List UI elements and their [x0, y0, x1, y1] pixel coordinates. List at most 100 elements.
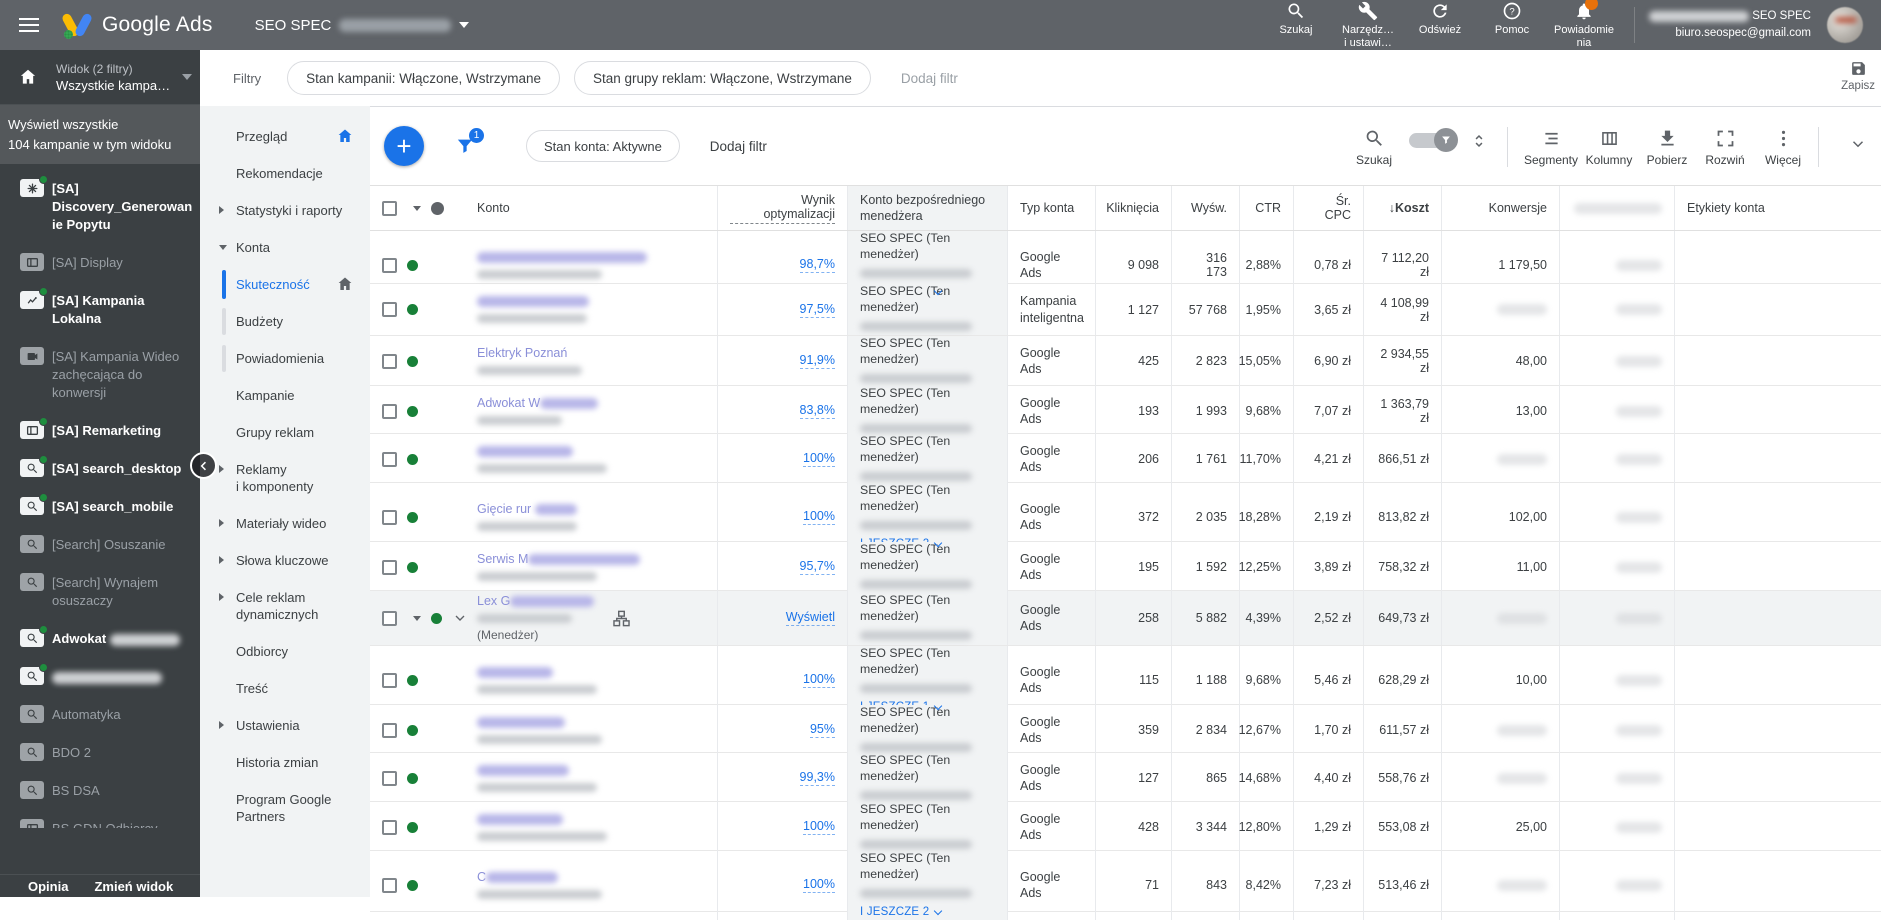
- column-header-Konto[interactable]: Konto: [465, 186, 718, 230]
- toolbar-button-expand[interactable]: Rozwiń: [1696, 125, 1754, 167]
- change-view-link[interactable]: Zmień widok: [94, 879, 173, 894]
- sidebar-campaign-item[interactable]: [SA] Kampania Lokalna: [0, 282, 200, 338]
- select-menu-caret-icon[interactable]: [413, 205, 421, 211]
- nav-item-słowa-kluczowe[interactable]: Słowa kluczowe: [200, 542, 370, 579]
- sidebar-campaign-item[interactable]: [SA] search_mobile: [0, 488, 200, 526]
- sidebar-campaign-item[interactable]: Automatyka: [0, 696, 200, 734]
- account-name-link[interactable]: Elektryk Poznań: [477, 346, 582, 360]
- column-header-Konwersje[interactable]: Konwersje: [1442, 186, 1560, 230]
- account-name-link[interactable]: [477, 812, 607, 826]
- nav-item-przegląd[interactable]: Przegląd: [200, 118, 370, 155]
- nav-item-treść[interactable]: Treść: [200, 670, 370, 707]
- optimization-score-link[interactable]: 100%: [803, 451, 835, 468]
- nav-item-reklamy-i-komponenty[interactable]: Reklamy i komponenty: [200, 451, 370, 505]
- topbar-action-search[interactable]: Szukaj: [1260, 1, 1332, 37]
- nav-item-historia-zmian[interactable]: Historia zmian: [200, 744, 370, 781]
- hamburger-menu-icon[interactable]: [12, 8, 46, 42]
- column-header-Kliknięcia[interactable]: Kliknięcia: [1096, 186, 1172, 230]
- sidebar-campaign-item[interactable]: [SA] Discovery_Generowanie Popytu: [0, 170, 200, 244]
- row-checkbox[interactable]: [382, 257, 397, 273]
- account-name-link[interactable]: C: [477, 870, 602, 884]
- feedback-link[interactable]: Opinia: [28, 879, 68, 894]
- view-selector[interactable]: Widok (2 filtry) Wszystkie kampa…: [0, 50, 200, 105]
- column-header-CTR[interactable]: CTR: [1240, 186, 1294, 230]
- topbar-action-wrench[interactable]: Narzędz… i ustawi…: [1332, 1, 1404, 49]
- account-name-link[interactable]: [477, 444, 607, 458]
- row-checkbox[interactable]: [382, 819, 397, 835]
- nav-item-program-google-partners[interactable]: Program Google Partners: [200, 781, 370, 835]
- search-button[interactable]: Szukaj: [1345, 125, 1403, 167]
- optimization-score-link[interactable]: 95%: [809, 722, 835, 739]
- optimization-score-link[interactable]: Wyświetl: [785, 610, 835, 626]
- filter-chip-1[interactable]: Stan grupy reklam: Włączone, Wstrzymane: [574, 61, 871, 95]
- view-toggle[interactable]: [1409, 128, 1458, 152]
- nav-item-budżety[interactable]: Budżety: [200, 303, 370, 340]
- row-checkbox[interactable]: [382, 672, 397, 688]
- nav-item-powiadomienia[interactable]: Powiadomienia: [200, 340, 370, 377]
- account-name-link[interactable]: Gięcie rur: [477, 502, 577, 516]
- optimization-score-link[interactable]: 100%: [803, 877, 835, 894]
- sidebar-campaign-item[interactable]: [SA] Display: [0, 244, 200, 282]
- add-filter-button[interactable]: Dodaj filtr: [901, 71, 958, 86]
- account-name-link[interactable]: Serwis M: [477, 552, 641, 566]
- account-name-link[interactable]: [477, 665, 597, 679]
- view-banner[interactable]: Wyświetl wszystkie 104 kampanie w tym wi…: [0, 105, 200, 164]
- account-name-link[interactable]: [477, 763, 597, 777]
- optimization-score-link[interactable]: 100%: [803, 819, 835, 836]
- optimization-score-link[interactable]: 97,5%: [799, 302, 835, 318]
- column-header-Konto bezpośredniego menedżera[interactable]: Konto bezpośredniego menedżera: [848, 186, 1008, 230]
- sidebar-campaign-item[interactable]: [0, 658, 200, 696]
- org-chart-icon[interactable]: [612, 609, 631, 628]
- optimization-score-link[interactable]: 100%: [803, 509, 835, 526]
- avatar[interactable]: [1827, 7, 1863, 43]
- nav-item-materiały-wideo[interactable]: Materiały wideo: [200, 505, 370, 542]
- optimization-score-link[interactable]: 99,3%: [799, 770, 835, 787]
- sidebar-campaign-item[interactable]: [SA] Kampania Wideo zachęcająca do konwe…: [0, 338, 200, 412]
- nav-item-odbiorcy[interactable]: Odbiorcy: [200, 633, 370, 670]
- row-checkbox[interactable]: [382, 403, 397, 419]
- account-name-link[interactable]: Adwokat W: [477, 396, 599, 410]
- account-name-link[interactable]: Lex G: [477, 594, 595, 608]
- nav-item-ustawienia[interactable]: Ustawienia: [200, 707, 370, 744]
- manager-more-link[interactable]: I JESZCZE 2: [860, 905, 995, 920]
- collapse-nav-button[interactable]: [190, 452, 217, 479]
- select-all-checkbox[interactable]: [382, 200, 397, 216]
- account-name-link[interactable]: [477, 250, 647, 264]
- optimization-score-link[interactable]: 95,7%: [799, 559, 835, 576]
- account-name-link[interactable]: [477, 715, 602, 729]
- column-header-Wynik optymalizacji[interactable]: Wynik optymalizacji: [718, 186, 848, 230]
- column-header-Wyśw.[interactable]: Wyśw.: [1172, 186, 1240, 230]
- row-checkbox[interactable]: [382, 770, 397, 786]
- column-header-Typ konta[interactable]: Typ konta: [1008, 186, 1096, 230]
- optimization-score-link[interactable]: 83,8%: [799, 403, 835, 420]
- nav-item-statystyki-i-raporty[interactable]: Statystyki i raporty: [200, 192, 370, 229]
- sidebar-campaign-item[interactable]: [Search] Osuszanie: [0, 526, 200, 564]
- sidebar-campaign-item[interactable]: [SA] search_desktop: [0, 450, 200, 488]
- nav-item-grupy-reklam[interactable]: Grupy reklam: [200, 414, 370, 451]
- sidebar-campaign-item[interactable]: Adwokat: [0, 620, 200, 658]
- toolbar-button-download[interactable]: Pobierz: [1638, 125, 1696, 167]
- account-status-filter-chip[interactable]: Stan konta: Aktywne: [526, 130, 680, 162]
- account-name-link[interactable]: [477, 294, 589, 308]
- nav-item-konta[interactable]: Konta: [200, 229, 370, 266]
- toolbar-button-more[interactable]: Więcej: [1754, 125, 1812, 167]
- topbar-action-refresh[interactable]: Odśwież: [1404, 1, 1476, 37]
- sidebar-campaign-item[interactable]: BDO 2: [0, 734, 200, 772]
- toolbar-button-segments[interactable]: Segmenty: [1522, 125, 1580, 167]
- nav-item-kampanie[interactable]: Kampanie: [200, 377, 370, 414]
- save-button[interactable]: Zapisz: [1841, 60, 1875, 92]
- topbar-action-help[interactable]: ? Pomoc: [1476, 1, 1548, 37]
- optimization-score-link[interactable]: 91,9%: [799, 353, 835, 370]
- add-filter-button[interactable]: Dodaj filtr: [710, 139, 767, 154]
- optimization-score-link[interactable]: 98,7%: [799, 257, 835, 274]
- row-checkbox[interactable]: [382, 722, 397, 738]
- column-header-Etykiety konta[interactable]: Etykiety konta: [1675, 186, 1881, 230]
- optimization-score-link[interactable]: 100%: [803, 672, 835, 689]
- account-switcher[interactable]: SEO SPEC: [255, 17, 470, 34]
- sidebar-campaign-item[interactable]: BS DSA: [0, 772, 200, 810]
- collapse-toolbar-button[interactable]: [1849, 135, 1867, 153]
- nav-item-rekomendacje[interactable]: Rekomendacje: [200, 155, 370, 192]
- filter-chip-0[interactable]: Stan kampanii: Włączone, Wstrzymane: [287, 61, 561, 95]
- topbar-action-bell[interactable]: Powiadomie nia: [1548, 0, 1620, 49]
- row-checkbox[interactable]: [382, 509, 397, 525]
